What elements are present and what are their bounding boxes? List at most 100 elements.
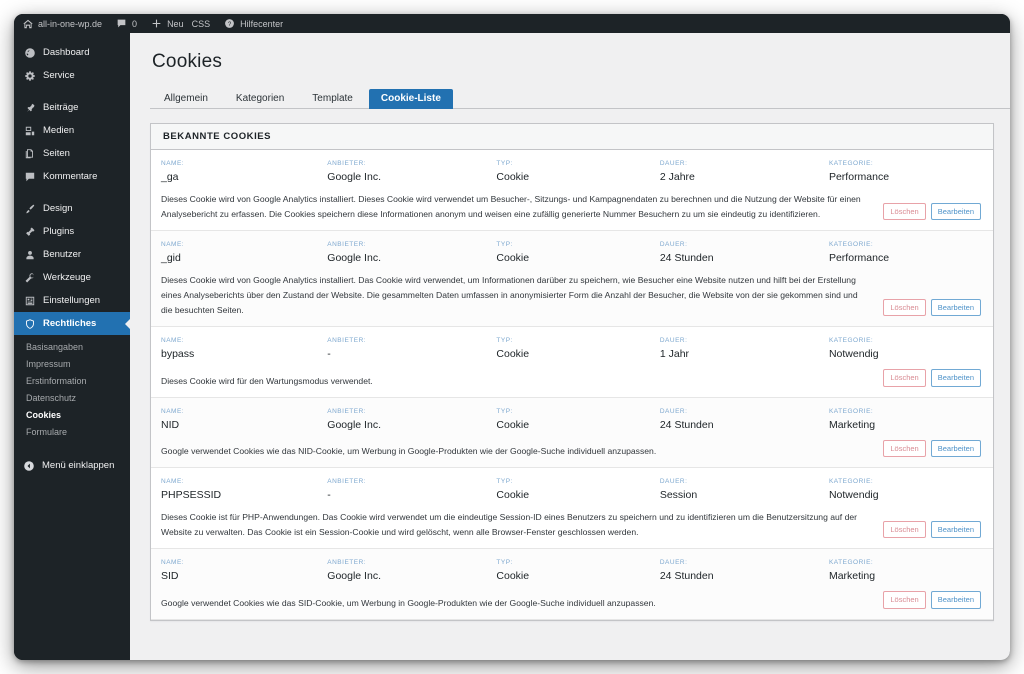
edit-button[interactable]: Bearbeiten bbox=[930, 202, 981, 221]
table-row: NAME: bypass ANBIETER: - TYP: Cookie DAU… bbox=[151, 327, 993, 398]
sidebar-divider bbox=[14, 188, 130, 197]
submenu-item-cookies[interactable]: Cookies bbox=[14, 406, 130, 423]
admin-bar-new[interactable]: Neu bbox=[151, 18, 192, 30]
plus-icon bbox=[151, 18, 163, 30]
field-name: NAME: NID bbox=[161, 408, 327, 431]
field-value-type: Cookie bbox=[496, 348, 530, 361]
collapse-menu-button[interactable]: Menü einklappen bbox=[14, 454, 130, 477]
field-value-provider: - bbox=[327, 348, 331, 361]
panel-heading: BEKANNTE COOKIES bbox=[151, 124, 993, 150]
tab-kategorien[interactable]: Kategorien bbox=[224, 89, 296, 109]
field-label-name: NAME: bbox=[161, 559, 185, 567]
edit-button[interactable]: Bearbeiten bbox=[930, 298, 981, 317]
content-area: Cookies Allgemein Kategorien Template Co… bbox=[130, 33, 1010, 660]
field-type: TYP: Cookie bbox=[496, 559, 659, 582]
sidebar-item-einstellungen[interactable]: Einstellungen bbox=[14, 289, 130, 312]
field-label-provider: ANBIETER: bbox=[327, 241, 367, 249]
submenu-item-erstinformation[interactable]: Erstinformation bbox=[14, 372, 130, 389]
admin-bar-site[interactable]: all-in-one-wp.de bbox=[22, 18, 110, 30]
field-value-category: Performance bbox=[828, 252, 890, 265]
submenu-item-formulare[interactable]: Formulare bbox=[14, 423, 130, 440]
row-actions: Löschen Bearbeiten bbox=[883, 202, 981, 223]
submenu-item-datenschutz[interactable]: Datenschutz bbox=[14, 389, 130, 406]
field-label-category: KATEGORIE: bbox=[828, 407, 874, 415]
admin-bar-comments[interactable]: 0 bbox=[116, 18, 145, 30]
sidebar-item-design[interactable]: Design bbox=[14, 197, 130, 220]
field-value-type: Cookie bbox=[496, 171, 530, 183]
sidebar-item-seiten[interactable]: Seiten bbox=[14, 142, 130, 165]
field-value-provider: Google Inc. bbox=[327, 570, 381, 583]
delete-button[interactable]: Löschen bbox=[883, 520, 926, 539]
field-provider: ANBIETER: - bbox=[327, 478, 496, 501]
sidebar-item-rechtliches[interactable]: Rechtliches bbox=[14, 312, 130, 335]
field-value-duration: 1 Jahr bbox=[659, 348, 690, 361]
media-icon bbox=[23, 124, 36, 137]
cookie-list: NAME: _ga ANBIETER: Google Inc. TYP: Coo… bbox=[151, 150, 993, 620]
submenu-item-impressum[interactable]: Impressum bbox=[14, 355, 130, 372]
cookie-description-row: Google verwendet Cookies wie das SID-Coo… bbox=[151, 582, 993, 613]
sidebar-item-dashboard[interactable]: Dashboard bbox=[14, 41, 130, 64]
delete-button[interactable]: Löschen bbox=[883, 369, 926, 387]
sidebar-item-label: Plugins bbox=[43, 226, 75, 237]
sidebar-item-benutzer[interactable]: Benutzer bbox=[14, 243, 130, 266]
field-value-type: Cookie bbox=[496, 489, 530, 502]
field-label-type: TYP: bbox=[496, 337, 513, 345]
field-duration: DAUER: 24 Stunden bbox=[660, 241, 829, 264]
field-name: NAME: bypass bbox=[161, 337, 327, 360]
field-value-name: _ga bbox=[161, 171, 179, 183]
delete-button[interactable]: Löschen bbox=[883, 298, 926, 317]
site-name: all-in-one-wp.de bbox=[38, 18, 103, 29]
sidebar-item-beitraege[interactable]: Beiträge bbox=[14, 96, 130, 119]
cookie-fields: NAME: PHPSESSID ANBIETER: - TYP: Cookie bbox=[151, 478, 993, 501]
field-label-duration: DAUER: bbox=[659, 160, 688, 167]
admin-bar-help[interactable]: ? Hilfecenter bbox=[224, 18, 291, 30]
tab-cookie-liste[interactable]: Cookie-Liste bbox=[368, 89, 453, 109]
field-label-name: NAME: bbox=[161, 241, 185, 249]
sidebar-submenu: Basisangaben Impressum Erstinformation D… bbox=[14, 335, 130, 444]
edit-button[interactable]: Bearbeiten bbox=[930, 439, 981, 458]
delete-button[interactable]: Löschen bbox=[883, 591, 926, 609]
field-value-name: NID bbox=[161, 418, 180, 431]
field-label-duration: DAUER: bbox=[659, 407, 688, 415]
sidebar-item-medien[interactable]: Medien bbox=[14, 119, 130, 142]
sidebar-item-werkzeuge[interactable]: Werkzeuge bbox=[14, 266, 130, 289]
cookie-fields: NAME: _ga ANBIETER: Google Inc. TYP: Coo… bbox=[151, 160, 993, 183]
field-name: NAME: _ga bbox=[161, 160, 327, 183]
sidebar-item-plugins[interactable]: Plugins bbox=[14, 220, 130, 243]
sidebar-item-label: Benutzer bbox=[43, 249, 82, 260]
gear-icon bbox=[23, 69, 36, 82]
edit-button[interactable]: Bearbeiten bbox=[930, 591, 981, 609]
delete-button[interactable]: Löschen bbox=[883, 202, 926, 221]
cookie-description: Dieses Cookie wird von Google Analytics … bbox=[161, 194, 861, 220]
submenu-item-basisangaben[interactable]: Basisangaben bbox=[14, 338, 130, 355]
field-label-duration: DAUER: bbox=[659, 478, 688, 486]
cookie-description: Dieses Cookie ist für PHP-Anwendungen. D… bbox=[161, 512, 857, 538]
sidebar-item-service[interactable]: Service bbox=[14, 64, 130, 87]
field-value-category: Notwendig bbox=[828, 489, 879, 502]
admin-bar: all-in-one-wp.de 0 Neu CSS ? Hilfecenter bbox=[14, 14, 1010, 33]
cookie-fields: NAME: bypass ANBIETER: - TYP: Cookie DAU… bbox=[151, 337, 993, 360]
tab-allgemein[interactable]: Allgemein bbox=[152, 89, 220, 109]
delete-button[interactable]: Löschen bbox=[883, 439, 926, 458]
cookie-fields: NAME: NID ANBIETER: Google Inc. TYP: Coo… bbox=[151, 408, 993, 431]
field-value-duration: 2 Jahre bbox=[659, 171, 695, 183]
cookie-fields: NAME: SID ANBIETER: Google Inc. TYP: Coo… bbox=[151, 559, 993, 582]
comment-icon bbox=[23, 170, 36, 183]
help-label: Hilfecenter bbox=[240, 18, 284, 29]
field-value-duration: 24 Stunden bbox=[659, 252, 714, 265]
sidebar-item-label: Design bbox=[43, 203, 73, 214]
field-value-provider: Google Inc. bbox=[327, 171, 381, 183]
table-row: NAME: _ga ANBIETER: Google Inc. TYP: Coo… bbox=[151, 150, 993, 232]
cookie-description-row: Dieses Cookie wird von Google Analytics … bbox=[151, 183, 993, 224]
sidebar-divider bbox=[14, 87, 130, 96]
tab-template[interactable]: Template bbox=[300, 89, 365, 109]
field-value-duration: 24 Stunden bbox=[659, 418, 714, 431]
field-label-type: TYP: bbox=[496, 407, 513, 415]
cookie-description: Dieses Cookie wird für den Wartungsmodus… bbox=[161, 375, 373, 386]
field-label-name: NAME: bbox=[161, 337, 185, 345]
edit-button[interactable]: Bearbeiten bbox=[930, 520, 981, 539]
sidebar-item-kommentare[interactable]: Kommentare bbox=[14, 165, 130, 188]
admin-bar-css[interactable]: CSS bbox=[192, 19, 219, 29]
dashboard-icon bbox=[23, 46, 36, 59]
edit-button[interactable]: Bearbeiten bbox=[930, 369, 981, 387]
